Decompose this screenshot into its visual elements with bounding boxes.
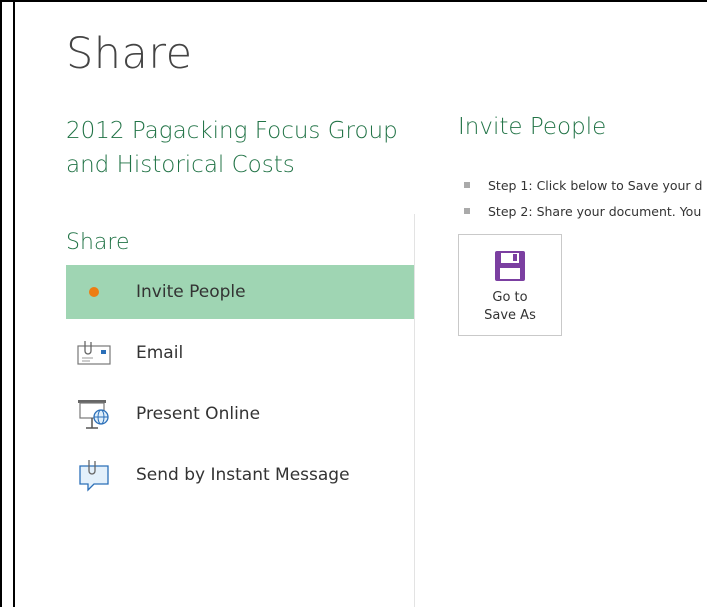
present-online-icon (74, 394, 114, 434)
save-as-label-line-2: Save As (484, 308, 536, 323)
page-title: Share (66, 29, 193, 79)
invite-steps-list: Step 1: Click below to Save your d Step … (464, 172, 707, 224)
share-section-heading: Share (66, 230, 130, 255)
window-left-edge (2, 2, 15, 607)
email-icon (74, 333, 114, 373)
share-item-present-online[interactable]: Present Online (66, 387, 414, 441)
share-item-label: Present Online (136, 404, 261, 424)
share-item-label: Send by Instant Message (136, 465, 350, 485)
floppy-disk-icon (493, 249, 527, 283)
share-item-invite-people[interactable]: Invite People (66, 265, 414, 319)
save-as-label-line-1: Go to (492, 290, 528, 305)
instant-message-icon (74, 455, 114, 495)
share-options-panel: Share Invite People Email Present Online… (66, 214, 415, 607)
document-title: 2012 Pagacking Focus Group and Historica… (66, 118, 398, 178)
share-item-label: Invite People (136, 282, 246, 302)
bullet-icon (464, 182, 470, 188)
go-to-save-as-button[interactable]: Go to Save As (458, 234, 562, 336)
share-item-email[interactable]: Email (66, 326, 414, 380)
step-item: Step 2: Share your document. You (464, 198, 707, 224)
backstage-window: Share 2012 Pagacking Focus Group and His… (0, 0, 707, 607)
bullet-icon (464, 208, 470, 214)
orange-dot-icon (74, 272, 114, 312)
step-item: Step 1: Click below to Save your d (464, 172, 707, 198)
share-item-label: Email (136, 343, 184, 363)
step-text: Step 2: Share your document. You (488, 203, 702, 219)
step-text: Step 1: Click below to Save your d (488, 177, 703, 193)
invite-people-heading: Invite People (458, 114, 607, 140)
save-as-button-label: Go to Save As (484, 289, 536, 325)
share-item-send-instant-message[interactable]: Send by Instant Message (66, 448, 414, 502)
